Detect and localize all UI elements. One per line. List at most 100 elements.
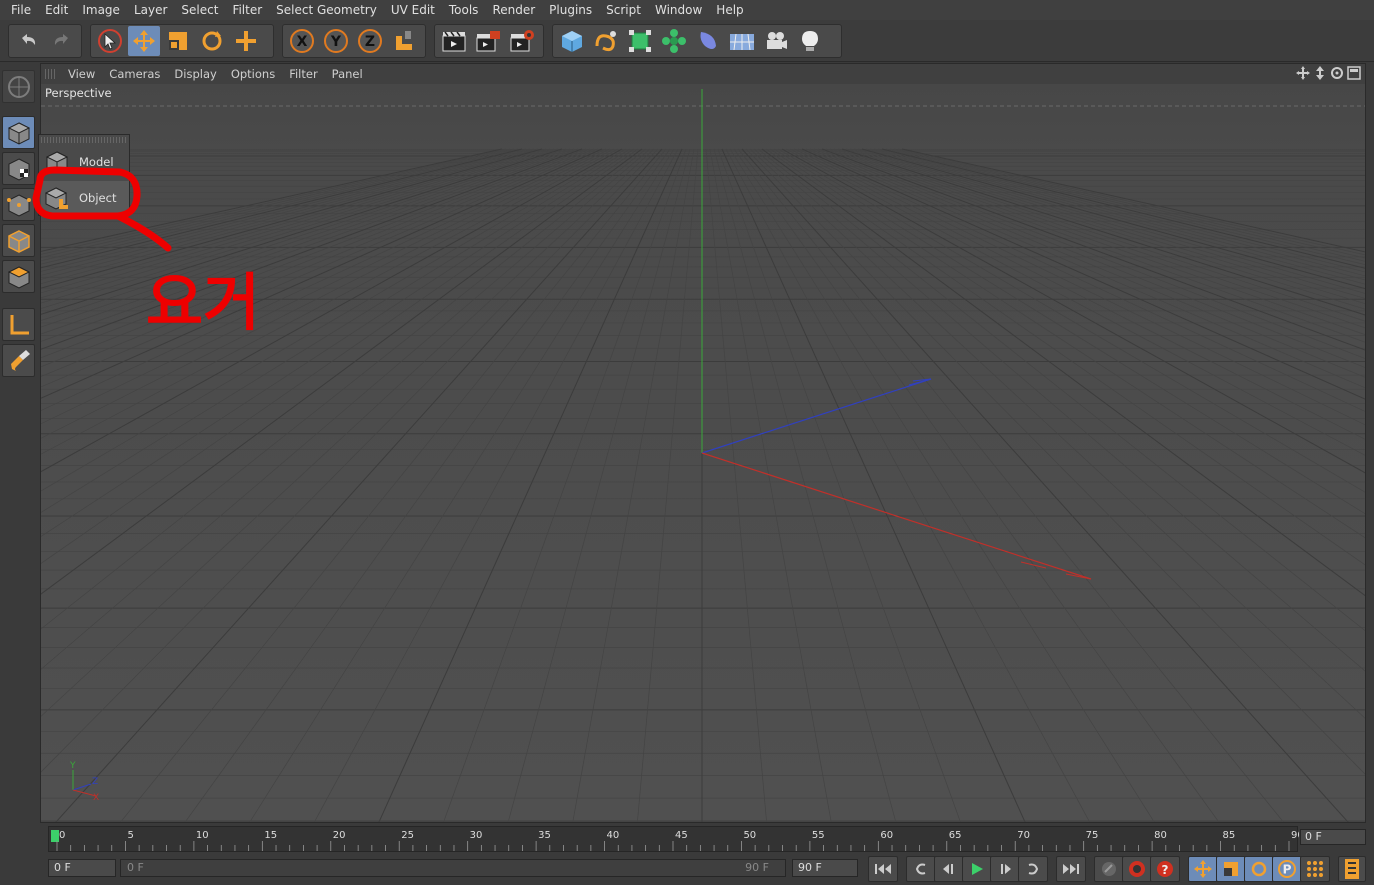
main-menu-bar: File Edit Image Layer Select Filter Sele… bbox=[0, 0, 1374, 20]
render-view-icon[interactable] bbox=[438, 26, 470, 56]
menu-window[interactable]: Window bbox=[648, 0, 709, 20]
floor-icon[interactable] bbox=[726, 26, 758, 56]
render-picture-viewer-icon[interactable] bbox=[472, 26, 504, 56]
viewport-menu-filter[interactable]: Filter bbox=[282, 67, 324, 81]
menu-file[interactable]: File bbox=[4, 0, 38, 20]
subdivision-icon[interactable] bbox=[624, 26, 656, 56]
key-scale-icon[interactable] bbox=[1216, 856, 1246, 882]
flyout-item-model[interactable]: Model bbox=[41, 145, 129, 179]
range-start-label: 0 F bbox=[127, 861, 144, 874]
range-end-label: 90 F bbox=[745, 861, 769, 874]
play-forward-icon[interactable] bbox=[962, 856, 992, 882]
view-name-label: Perspective bbox=[45, 86, 112, 100]
timeline-tick-label: 70 bbox=[1017, 830, 1030, 841]
menu-select-geometry[interactable]: Select Geometry bbox=[269, 0, 384, 20]
enable-axis-icon[interactable] bbox=[2, 308, 35, 341]
max-time-field[interactable]: 90 F bbox=[792, 859, 858, 877]
viewport-menu-cameras[interactable]: Cameras bbox=[102, 67, 167, 81]
polygons-mode-icon[interactable] bbox=[2, 260, 35, 293]
menu-filter[interactable]: Filter bbox=[225, 0, 269, 20]
menu-layer[interactable]: Layer bbox=[127, 0, 174, 20]
timeline-ruler-area: 0 5 10 15 20 25 30 35 40 45 50 55 60 65 70 75 80 85 90 bbox=[40, 824, 1374, 854]
menu-uv-edit[interactable]: UV Edit bbox=[384, 0, 442, 20]
menu-tools[interactable]: Tools bbox=[442, 0, 486, 20]
timeline-tick-label: 50 bbox=[743, 830, 756, 841]
viewport-menu-bar: View Cameras Display Options Filter Pane… bbox=[41, 64, 1365, 84]
viewport-menu-panel[interactable]: Panel bbox=[325, 67, 370, 81]
autokeying-icon[interactable] bbox=[1122, 856, 1152, 882]
timeline-scheme-icon[interactable] bbox=[1338, 856, 1366, 882]
coordinate-system-icon[interactable] bbox=[388, 26, 420, 56]
live-select-icon[interactable] bbox=[94, 26, 126, 56]
menu-image[interactable]: Image bbox=[75, 0, 127, 20]
viewport-canvas[interactable]: Y Z X Perspective bbox=[0, 84, 1374, 883]
perspective-viewport[interactable]: View Cameras Display Options Filter Pane… bbox=[0, 63, 1374, 883]
viewport-menu-view[interactable]: View bbox=[61, 67, 102, 81]
orbit-icon[interactable] bbox=[1330, 66, 1344, 80]
viewport-menu-display[interactable]: Display bbox=[167, 67, 223, 81]
current-frame-field[interactable]: 0 F bbox=[1300, 829, 1366, 845]
move-icon[interactable] bbox=[128, 26, 160, 56]
menu-edit[interactable]: Edit bbox=[38, 0, 75, 20]
viewport-menu-options[interactable]: Options bbox=[224, 67, 282, 81]
gizmo-z-label: Z bbox=[92, 777, 98, 787]
cloner-icon[interactable] bbox=[658, 26, 690, 56]
texture-mode-icon[interactable] bbox=[2, 152, 35, 185]
perspective-grid: Y Z X bbox=[0, 84, 1374, 883]
key-point-level-icon[interactable] bbox=[1300, 856, 1330, 882]
cube-icon[interactable] bbox=[556, 26, 588, 56]
go-to-next-frame-icon[interactable] bbox=[990, 856, 1020, 882]
object-axis-icon bbox=[41, 182, 73, 214]
key-position-icon[interactable] bbox=[1188, 856, 1218, 882]
pan-icon[interactable] bbox=[1296, 66, 1310, 80]
go-to-prev-frame-icon[interactable] bbox=[934, 856, 964, 882]
keyframe-selection-icon[interactable]: ? bbox=[1150, 856, 1180, 882]
snap-magnet-icon[interactable] bbox=[2, 344, 35, 377]
zoom-icon[interactable] bbox=[1313, 66, 1327, 80]
go-to-prev-key-icon[interactable] bbox=[906, 856, 936, 882]
undo-icon[interactable] bbox=[12, 26, 44, 56]
key-rotation-icon[interactable] bbox=[1244, 856, 1274, 882]
menu-plugins[interactable]: Plugins bbox=[542, 0, 599, 20]
go-to-next-key-icon[interactable] bbox=[1018, 856, 1048, 882]
model-cube-icon bbox=[41, 146, 73, 178]
menu-help[interactable]: Help bbox=[709, 0, 750, 20]
axis-z-button[interactable]: Z bbox=[354, 26, 386, 56]
light-icon[interactable] bbox=[794, 26, 826, 56]
points-mode-icon[interactable] bbox=[2, 188, 35, 221]
go-to-end-icon[interactable] bbox=[1056, 856, 1086, 882]
menu-script[interactable]: Script bbox=[599, 0, 648, 20]
flyout-grip[interactable] bbox=[41, 137, 127, 143]
menu-select[interactable]: Select bbox=[174, 0, 225, 20]
viewport-grip-handle[interactable] bbox=[45, 69, 57, 79]
timeline-tick-label: 40 bbox=[607, 830, 620, 841]
timeline-tick-label: 30 bbox=[470, 830, 483, 841]
render-settings-icon[interactable] bbox=[506, 26, 538, 56]
preview-range-slider[interactable]: 0 F 90 F bbox=[120, 859, 786, 877]
go-to-start-icon[interactable] bbox=[868, 856, 898, 882]
timeline-tick-label: 60 bbox=[880, 830, 893, 841]
timeline-ruler[interactable]: 0 5 10 15 20 25 30 35 40 45 50 55 60 65 70 75 80 85 90 bbox=[48, 826, 1304, 852]
menu-render[interactable]: Render bbox=[485, 0, 542, 20]
axis-lock-group: X Y Z bbox=[282, 24, 426, 58]
redo-icon[interactable] bbox=[46, 26, 78, 56]
deformer-icon[interactable] bbox=[692, 26, 724, 56]
scale-icon[interactable] bbox=[162, 26, 194, 56]
maximize-view-icon[interactable] bbox=[1347, 66, 1361, 80]
camera-icon[interactable] bbox=[760, 26, 792, 56]
model-mode-icon[interactable] bbox=[2, 116, 35, 149]
spline-pen-icon[interactable] bbox=[590, 26, 622, 56]
timeline-tick-label: 25 bbox=[401, 830, 414, 841]
add-icon[interactable] bbox=[230, 26, 262, 56]
record-active-objects-icon[interactable] bbox=[1094, 856, 1124, 882]
min-time-field[interactable]: 0 F bbox=[48, 859, 116, 877]
mode-flyout-menu: Model Object bbox=[38, 134, 130, 216]
playhead-marker[interactable] bbox=[51, 830, 59, 842]
flyout-item-object[interactable]: Object bbox=[41, 181, 129, 215]
make-editable-icon[interactable] bbox=[2, 70, 35, 103]
edges-mode-icon[interactable] bbox=[2, 224, 35, 257]
axis-y-button[interactable]: Y bbox=[320, 26, 352, 56]
axis-x-button[interactable]: X bbox=[286, 26, 318, 56]
rotate-icon[interactable] bbox=[196, 26, 228, 56]
key-parameter-icon[interactable]: P bbox=[1272, 856, 1302, 882]
